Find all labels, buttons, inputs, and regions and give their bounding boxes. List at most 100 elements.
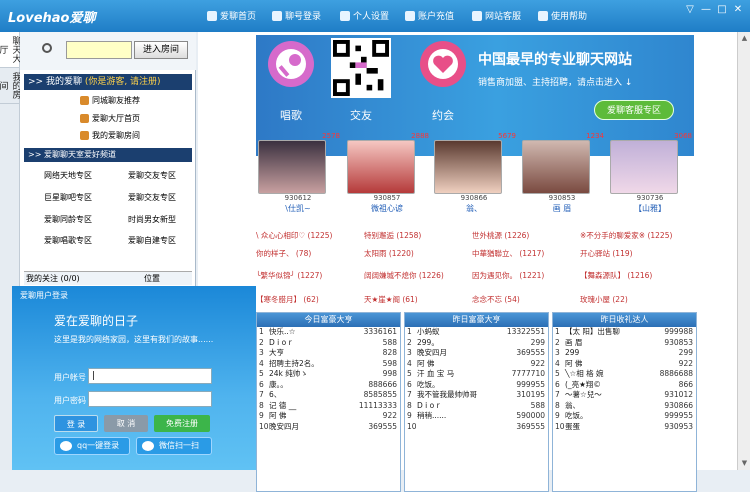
ranking-row[interactable]: 10 蛋蛋 930953 (553, 422, 696, 433)
ranking-row[interactable]: 5 ╲☆相 格 婉 8886688 (553, 369, 696, 380)
ranking-row[interactable]: 10 晚安四月 369555 (257, 422, 400, 433)
my-section-header[interactable]: >> 我的爱聊 (你是游客, 请注册) (24, 74, 192, 90)
ranking-row[interactable]: 3 晚安四月 369555 (405, 348, 548, 359)
tab-my-rooms[interactable]: 我的房间 (0, 68, 21, 104)
service-icon (472, 10, 482, 21)
qq-login-button[interactable]: qq一键登录 (54, 437, 130, 455)
ranking-row[interactable]: 6 吃饭。 999955 (405, 380, 548, 391)
user-name: 招聘主持2名。 (269, 358, 319, 368)
zone-link[interactable]: 时尚男女新型 (128, 214, 176, 225)
user-name: ～薯☆兒～ (565, 390, 602, 399)
ranking-row[interactable]: 3 299 299 (553, 348, 696, 359)
ranking-row[interactable]: 9 阿 佛 922 (257, 411, 400, 422)
room-link[interactable]: 你的样子、 (78) (256, 248, 311, 259)
wechat-login-button[interactable]: 微信扫一扫 (136, 437, 212, 455)
room-link[interactable]: 太阳雨 (1220) (364, 248, 414, 259)
scroll-down-icon[interactable]: ▼ (740, 459, 749, 468)
room-link[interactable]: 开心驿站 (119) (580, 248, 633, 259)
ranking-row[interactable]: 2 299。 299 (405, 338, 548, 349)
room-link[interactable]: 因为遇见你。 (1221) (472, 270, 544, 281)
ranking-row[interactable]: 8 D i o r 588 (405, 401, 548, 412)
ranking-row[interactable]: 4 阿 佛 922 (553, 359, 696, 370)
zone-link[interactable]: 爱聊同龄专区 (44, 214, 92, 225)
ranking-row[interactable]: 9 吃饭。 999955 (553, 411, 696, 422)
zone-link[interactable]: 爱聊唱歌专区 (44, 235, 92, 246)
ranking-row[interactable]: 1 小蚂蚁 13322551 (405, 327, 548, 338)
app-logo[interactable]: Lovehao爱聊 (8, 7, 95, 26)
room-link[interactable]: ╰繁华似锦╯ (1227) (256, 270, 322, 281)
banner-label-sing: 唱歌 (280, 109, 302, 122)
tab-chat-hall[interactable]: 聊天大厅 (0, 32, 21, 68)
ranking-row[interactable]: 2 画 眉 930853 (553, 338, 696, 349)
area-section-header[interactable]: >> 爱聊聊天室爱好频道 (24, 148, 192, 162)
ranking-row[interactable]: 1 【太 阳】出售聊 999988 (553, 327, 696, 338)
scrollbar[interactable]: ▲ ▼ (737, 32, 750, 470)
room-link[interactable]: 天★崖★阁 (61) (364, 294, 418, 305)
rank-number: 3 (259, 348, 264, 357)
rank-number: 1 (259, 327, 264, 336)
zone-link[interactable]: 网络天地专区 (44, 170, 92, 181)
ranking-row[interactable]: 7 ～薯☆兒～ 931012 (553, 390, 696, 401)
nav-settings[interactable]: 个人设置 (340, 9, 389, 22)
ranking-row[interactable]: 6 康。。 888666 (257, 380, 400, 391)
login-button[interactable]: 登 录 (54, 415, 98, 432)
user-name: 晚安四月 (269, 421, 299, 431)
sidebar-item-friends[interactable]: 同城聊友推荐 (80, 95, 140, 106)
nav-login[interactable]: 聊号登录 (272, 9, 321, 22)
zone-link[interactable]: 爱聊自建专区 (128, 235, 176, 246)
ranking-row[interactable]: 7 我不管我最帅帅哥 310195 (405, 390, 548, 401)
maximize-icon[interactable]: □ (716, 4, 728, 16)
room-link[interactable]: \ 众心心相印♡ (1225) (256, 230, 332, 241)
zone-link[interactable]: 爱聊交友专区 (128, 170, 176, 181)
nav-help[interactable]: 使用帮助 (538, 9, 587, 22)
ranking-row[interactable]: 6 (_亮★翔© 866 (553, 380, 696, 391)
room-link[interactable]: 中華猶聯立、 (1217) (472, 248, 544, 259)
room-link[interactable]: 世外桃源 (1226) (472, 230, 529, 241)
password-input[interactable] (88, 391, 212, 407)
user-value: 310195 (516, 390, 545, 399)
sidebar-item-rooms[interactable]: 我的爱聊房间 (80, 130, 140, 141)
user-value: 8585855 (363, 390, 397, 399)
zone-link[interactable]: 巨星聊吧专区 (44, 192, 92, 203)
ranking-row[interactable]: 8 记 德 __ 11113333 (257, 401, 400, 412)
skin-icon[interactable]: ▽ (684, 4, 696, 16)
heart-icon (428, 49, 458, 79)
user-name: 阿 佛 (269, 411, 287, 420)
cancel-button[interactable]: 取 消 (104, 415, 148, 432)
ranking-row[interactable]: 7 6、 8585855 (257, 390, 400, 401)
enter-room-button[interactable]: 进入房间 (134, 41, 188, 59)
ranking-row[interactable]: 4 阿 佛 922 (405, 359, 548, 370)
sidebar-item-hall[interactable]: 爱聊大厅首页 (80, 113, 140, 124)
zone-link[interactable]: 爱聊交友专区 (128, 192, 176, 203)
ranking-row[interactable]: 9 稍稍...... 590000 (405, 411, 548, 422)
nav-recharge[interactable]: 账户充值 (405, 9, 454, 22)
close-icon[interactable]: ✕ (732, 4, 744, 16)
room-search-input[interactable] (66, 41, 132, 59)
ranking-row[interactable]: 5 24k 纯帅ゝ 998 (257, 369, 400, 380)
minimize-icon[interactable]: — (700, 4, 712, 16)
room-link[interactable]: 【舞森源队】 (1216) (580, 270, 652, 281)
room-link[interactable]: ※不分手的聊爱家※ (1225) (580, 230, 672, 241)
account-input[interactable]: | (88, 368, 212, 384)
room-link[interactable]: 特别邂逅 (1258) (364, 230, 421, 241)
house-icon (80, 114, 89, 123)
ranking-row[interactable]: 1 快乐..☆ 3336161 (257, 327, 400, 338)
scroll-up-icon[interactable]: ▲ (740, 34, 749, 43)
ranking-row[interactable]: 3 大亨 828 (257, 348, 400, 359)
nav-home[interactable]: 爱聊首页 (207, 9, 256, 22)
room-link[interactable]: 阔阔嫌城不熄你 (1226) (364, 270, 444, 281)
nav-service[interactable]: 网站客服 (472, 9, 521, 22)
ranking-row[interactable]: 10 369555 (405, 422, 548, 433)
date-circle[interactable] (420, 41, 466, 87)
ranking-row[interactable]: 4 招聘主持2名。 598 (257, 359, 400, 370)
room-link[interactable]: 【寒冬腊月】 (62) (256, 294, 319, 305)
room-link[interactable]: 念念不忘 (54) (472, 294, 520, 305)
room-link[interactable]: 玫瑰小屋 (22) (580, 294, 628, 305)
ranking-row[interactable]: 5 汗 血 宝 马 7777710 (405, 369, 548, 380)
ranking-row[interactable]: 8 翁、 930866 (553, 401, 696, 412)
sing-circle[interactable] (268, 41, 314, 87)
ranking-row[interactable]: 2 D i o r 588 (257, 338, 400, 349)
profile-photo (610, 140, 678, 194)
register-button[interactable]: 免费注册 (154, 415, 210, 432)
service-zone-button[interactable]: 爱聊客服专区 (594, 100, 674, 120)
